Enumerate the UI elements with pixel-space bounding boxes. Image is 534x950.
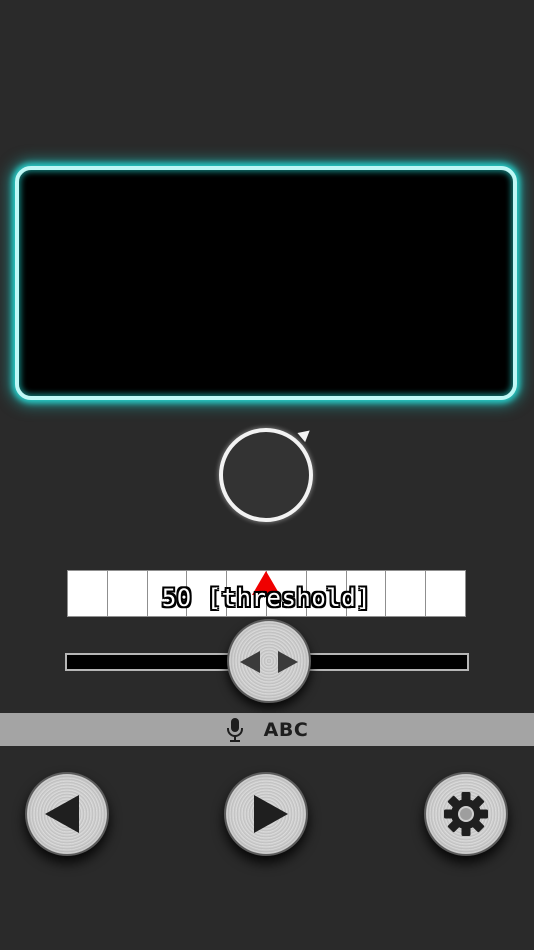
- app-screen: 50 [threshold] ABC: [0, 0, 534, 950]
- voice-input-label: ABC: [263, 718, 309, 741]
- threshold-label: 50 [threshold]: [161, 584, 372, 612]
- voice-input-bar[interactable]: ABC: [0, 713, 534, 746]
- level-indicator-ring: [219, 428, 313, 522]
- arrow-right-icon: [278, 651, 298, 673]
- arrow-left-icon: [240, 651, 260, 673]
- microphone-icon: [226, 717, 243, 742]
- play-button[interactable]: [224, 772, 308, 856]
- previous-button[interactable]: [25, 772, 109, 856]
- threshold-slider-thumb[interactable]: [227, 619, 311, 703]
- level-display-panel: [15, 166, 517, 400]
- indicator-pointer-icon: [297, 425, 314, 443]
- chevron-left-icon: [45, 795, 79, 833]
- settings-button[interactable]: [424, 772, 508, 856]
- play-icon: [254, 795, 288, 833]
- gear-icon: [444, 792, 488, 836]
